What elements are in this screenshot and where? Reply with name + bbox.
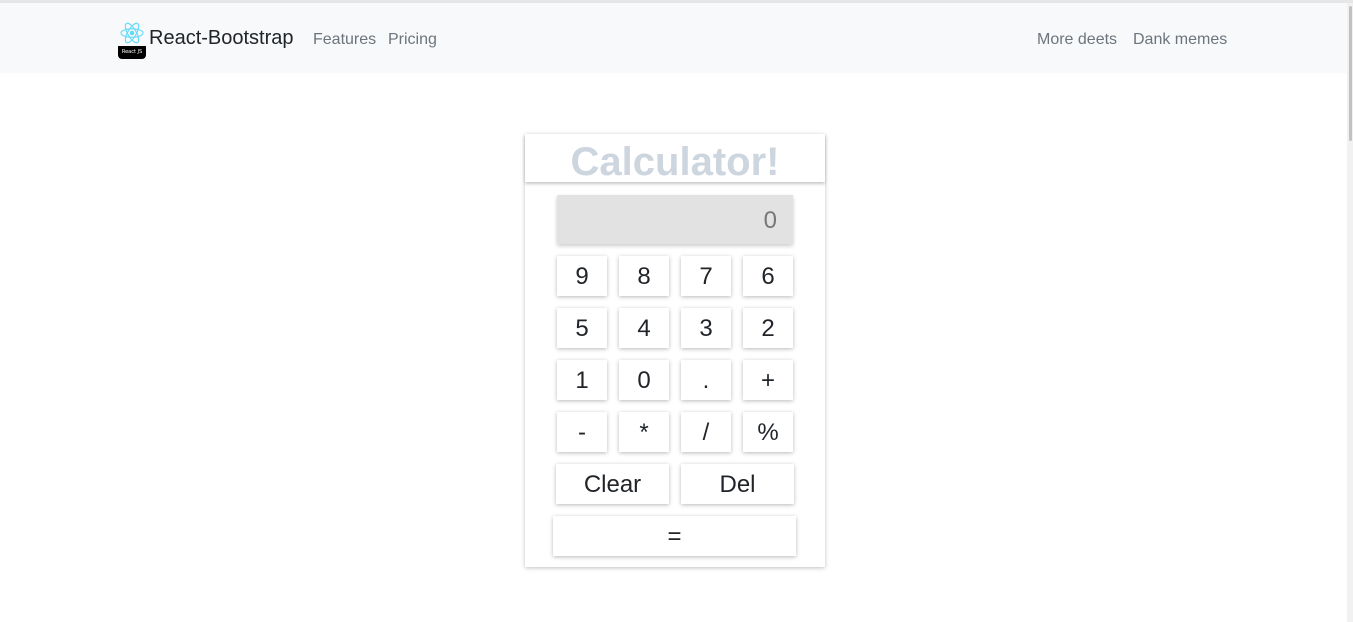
calculator-display: 0 — [557, 195, 793, 244]
clear-button[interactable]: Clear — [556, 464, 669, 504]
key-9[interactable]: 9 — [557, 256, 607, 296]
nav-link-features[interactable]: Features — [313, 31, 376, 49]
delete-button[interactable]: Del — [681, 464, 794, 504]
key-5[interactable]: 5 — [557, 308, 607, 348]
equals-button[interactable]: = — [553, 516, 796, 556]
logo-badge: React JS — [118, 46, 146, 59]
calculator-card: Calculator! 0 9 8 7 6 5 4 3 2 1 0 . + - … — [525, 134, 825, 567]
navbar-brand[interactable]: React JS React-Bootstrap — [117, 18, 294, 60]
key-3[interactable]: 3 — [681, 308, 731, 348]
calculator-header: Calculator! — [525, 134, 825, 184]
key-7[interactable]: 7 — [681, 256, 731, 296]
key-decimal[interactable]: . — [681, 360, 731, 400]
key-plus[interactable]: + — [743, 360, 793, 400]
nav-link-pricing[interactable]: Pricing — [388, 31, 437, 49]
key-6[interactable]: 6 — [743, 256, 793, 296]
nav-link-more-deets[interactable]: More deets — [1037, 31, 1117, 49]
brand-title: React-Bootstrap — [149, 26, 294, 49]
navbar: React JS React-Bootstrap Features Pricin… — [0, 3, 1347, 73]
key-percent[interactable]: % — [743, 412, 793, 452]
key-2[interactable]: 2 — [743, 308, 793, 348]
key-divide[interactable]: / — [681, 412, 731, 452]
nav-link-dank-memes[interactable]: Dank memes — [1133, 31, 1227, 49]
key-0[interactable]: 0 — [619, 360, 669, 400]
scrollbar-thumb[interactable] — [1349, 6, 1352, 141]
key-4[interactable]: 4 — [619, 308, 669, 348]
key-multiply[interactable]: * — [619, 412, 669, 452]
key-8[interactable]: 8 — [619, 256, 669, 296]
key-minus[interactable]: - — [557, 412, 607, 452]
calculator-title: Calculator! — [570, 140, 780, 184]
react-logo-icon: React JS — [117, 18, 147, 60]
key-1[interactable]: 1 — [557, 360, 607, 400]
